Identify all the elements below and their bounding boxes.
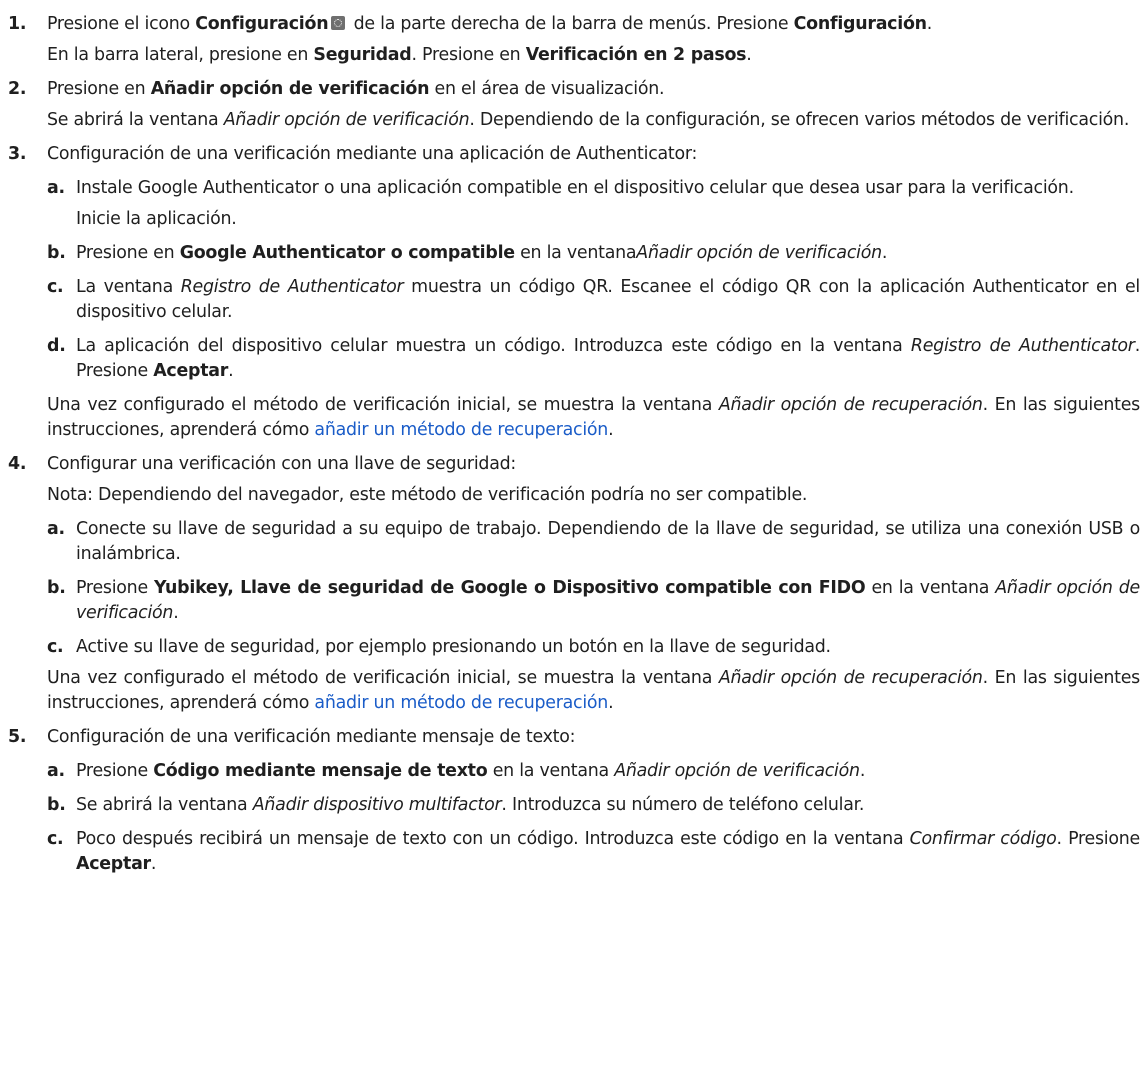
step-note-text: Nota: Dependiendo del navegador, este mé… — [47, 485, 808, 505]
substep-3d: d. La aplicación del dispositivo celular… — [47, 334, 1140, 384]
substep-text: Presione Código mediante mensaje de text… — [76, 761, 866, 781]
window-name: Añadir opción de recuperación — [718, 668, 983, 688]
ui-term: Código mediante mensaje de texto — [153, 761, 488, 781]
substep-letter: a. — [47, 178, 65, 198]
window-name: Confirmar código — [909, 829, 1057, 849]
step-2: 2. Presione en Añadir opción de verifica… — [8, 77, 1140, 133]
substep-text: Poco después recibirá un mensaje de text… — [76, 829, 1140, 874]
step-5: 5. Configuración de una verificación med… — [8, 725, 1140, 877]
substep-4b: b. Presione Yubikey, Llave de seguridad … — [47, 576, 1140, 626]
step-text: Se abrirá la ventana Añadir opción de ve… — [47, 110, 1130, 130]
substep-3b: b. Presione en Google Authenticator o co… — [47, 241, 1140, 266]
step-number: 4. — [8, 454, 27, 474]
step-text: Presione el icono Configuración de la pa… — [47, 14, 933, 34]
ui-term: Aceptar — [153, 361, 229, 381]
ui-term: Seguridad — [313, 45, 412, 65]
step-number: 5. — [8, 727, 27, 747]
step-number: 1. — [8, 14, 27, 34]
window-name: Añadir dispositivo multifactor — [252, 795, 502, 815]
substep-text: Active su llave de seguridad, por ejempl… — [76, 637, 831, 657]
substep-3c: c. La ventana Registro de Authenticator … — [47, 275, 1140, 325]
substep-letter: b. — [47, 795, 66, 815]
substep-text: La aplicación del dispositivo celular mu… — [76, 336, 1140, 381]
window-name: Añadir opción de verificación — [636, 243, 882, 263]
window-name: Registro de Authenticator — [910, 336, 1135, 356]
step-text: En la barra lateral, presione en Segurid… — [47, 45, 752, 65]
recovery-method-link[interactable]: añadir un método de recuperación — [314, 693, 608, 713]
step-note: Una vez configurado el método de verific… — [47, 668, 1140, 713]
ui-term: Configuración — [195, 14, 329, 34]
ui-term: Configuración — [793, 14, 927, 34]
substep-letter: c. — [47, 637, 64, 657]
ui-term: Aceptar — [76, 854, 151, 874]
substep-letter: c. — [47, 829, 64, 849]
substep-text: La ventana Registro de Authenticator mue… — [76, 277, 1140, 322]
window-name: Añadir opción de verificación — [223, 110, 470, 130]
substep-letter: a. — [47, 761, 65, 781]
substep-5a: a. Presione Código mediante mensaje de t… — [47, 759, 1140, 784]
ui-term: Añadir opción de verificación — [150, 79, 430, 99]
step-number: 2. — [8, 79, 27, 99]
substep-3a: a. Instale Google Authenticator o una ap… — [47, 176, 1140, 232]
substep-letter: a. — [47, 519, 65, 539]
substep-text: Presione Yubikey, Llave de seguridad de … — [76, 578, 1140, 623]
step-1: 1. Presione el icono Configuración de la… — [8, 12, 1140, 68]
substep-5c: c. Poco después recibirá un mensaje de t… — [47, 827, 1140, 877]
step-number: 3. — [8, 144, 27, 164]
ui-term: Google Authenticator o compatible — [179, 243, 515, 263]
substep-text: Presione en Google Authenticator o compa… — [76, 243, 888, 263]
step-text: Configuración de una verificación median… — [47, 727, 576, 747]
substep-4a: a. Conecte su llave de seguridad a su eq… — [47, 517, 1140, 567]
ui-term: Yubikey, Llave de seguridad de Google o … — [153, 578, 866, 598]
step-3: 3. Configuración de una verificación med… — [8, 142, 1140, 443]
window-name: Añadir opción de recuperación — [718, 395, 983, 415]
step-4: 4. Configurar una verificación con una l… — [8, 452, 1140, 716]
substep-text: Se abrirá la ventana Añadir dispositivo … — [76, 795, 865, 815]
substep-letter: b. — [47, 578, 66, 598]
substep-text: Instale Google Authenticator o una aplic… — [76, 178, 1074, 198]
gear-icon — [331, 16, 346, 30]
instructions-document: 1. Presione el icono Configuración de la… — [0, 0, 1144, 877]
substep-text: Inicie la aplicación. — [76, 209, 237, 229]
substep-letter: c. — [47, 277, 64, 297]
substep-4c: c. Active su llave de seguridad, por eje… — [47, 635, 1140, 660]
step-text: Configuración de una verificación median… — [47, 144, 698, 164]
step-text: Presione en Añadir opción de verificació… — [47, 79, 665, 99]
recovery-method-link[interactable]: añadir un método de recuperación — [314, 420, 608, 440]
step-text: Configurar una verificación con una llav… — [47, 454, 516, 474]
substep-letter: d. — [47, 336, 66, 356]
substep-text: Conecte su llave de seguridad a su equip… — [76, 519, 1140, 564]
window-name: Registro de Authenticator — [180, 277, 404, 297]
window-name: Añadir opción de verificación — [614, 761, 860, 781]
substep-5b: b. Se abrirá la ventana Añadir dispositi… — [47, 793, 1140, 818]
substep-letter: b. — [47, 243, 66, 263]
step-note: Una vez configurado el método de verific… — [47, 395, 1140, 440]
ui-term: Verificación en 2 pasos — [525, 45, 747, 65]
